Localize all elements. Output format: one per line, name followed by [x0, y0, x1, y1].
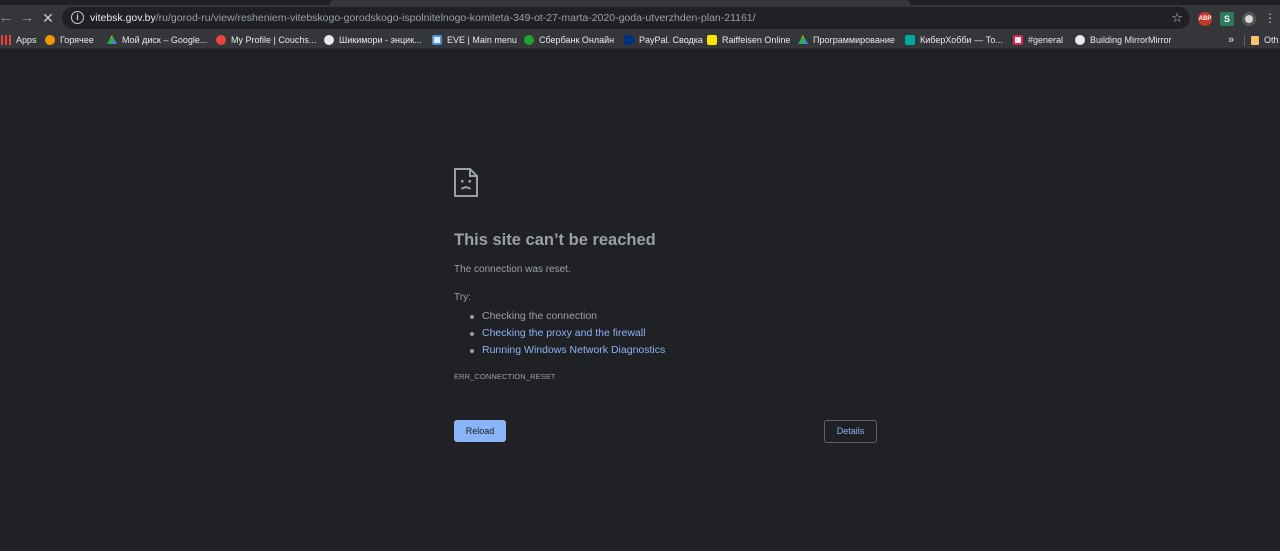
folder-icon — [1251, 35, 1259, 45]
slack-icon — [1013, 35, 1023, 45]
apps-grid-icon — [1, 35, 11, 45]
star-icon[interactable]: ☆ — [1171, 10, 1183, 26]
browser-toolbar: ← → ✕ i vitebsk.gov.by/ru/gorod-ru/view/… — [0, 5, 1280, 31]
bookmark-slack-general[interactable]: #general — [1013, 33, 1063, 47]
bookmark-couchsurfing[interactable]: My Profile | Couchs... — [216, 33, 316, 47]
bookmark-other[interactable]: Oth — [1251, 33, 1279, 47]
suggestion-check-proxy-link[interactable]: Checking the proxy and the firewall — [470, 325, 665, 342]
bookmarks-overflow-button[interactable]: » — [1228, 33, 1234, 47]
info-icon[interactable]: i — [71, 11, 84, 24]
suggestion-list: Checking the connection Checking the pro… — [470, 308, 665, 359]
bookmark-label: Сбербанк Онлайн — [539, 35, 615, 45]
bookmark-label: Шикимори - энцик... — [339, 35, 422, 45]
try-label: Try: — [454, 292, 471, 303]
bookmarks-bar: Apps Горячее Мой диск – Google... My Pro… — [0, 31, 1280, 49]
sberbank-icon — [524, 35, 534, 45]
bookmark-label: Горячее — [60, 35, 94, 45]
bookmark-cyberhobby[interactable]: КиберХобби — То... — [905, 33, 1003, 47]
fire-icon — [45, 35, 55, 45]
bookmark-label: Программирование — [813, 35, 895, 45]
suggestion-network-diagnostics-link[interactable]: Running Windows Network Diagnostics — [470, 342, 665, 359]
bookmarks-divider — [1244, 35, 1245, 46]
suggestion-check-connection: Checking the connection — [470, 308, 665, 325]
url-path: /ru/gorod-ru/view/resheniem-vitebskogo-g… — [155, 12, 756, 24]
bookmark-raiffeisen[interactable]: Raiffeisen Online — [707, 33, 790, 47]
bookmark-hot[interactable]: Горячее — [45, 33, 94, 47]
url-host: vitebsk.gov.by — [90, 12, 156, 24]
sad-page-icon — [454, 168, 478, 197]
bookmark-label: Raiffeisen Online — [722, 35, 791, 45]
google-drive-icon — [798, 35, 808, 44]
raiffeisen-icon — [707, 35, 717, 45]
extension-s-icon[interactable]: S — [1220, 12, 1234, 26]
error-subtitle: The connection was reset. — [454, 264, 571, 275]
reload-button[interactable]: Reload — [454, 420, 506, 442]
bookmark-programming[interactable]: Программирование — [798, 33, 895, 47]
arrow-left-icon[interactable]: ← — [0, 8, 16, 28]
bookmark-label: Мой диск – Google... — [122, 35, 208, 45]
extension-circle-icon[interactable] — [1242, 12, 1256, 26]
close-icon[interactable]: ✕ — [38, 8, 58, 28]
bookmark-google-drive[interactable]: Мой диск – Google... — [107, 33, 207, 47]
bookmark-label: Apps — [16, 35, 37, 45]
bookmark-label: My Profile | Couchs... — [231, 35, 317, 45]
bookmark-label: Oth — [1264, 35, 1279, 45]
bookmark-label: КиберХобби — То... — [920, 35, 1003, 45]
bookmark-paypal[interactable]: PayPal. Сводка — [624, 33, 703, 47]
bookmark-label: PayPal. Сводка — [639, 35, 703, 45]
cyberhobby-icon — [905, 35, 915, 45]
error-code: ERR_CONNECTION_RESET — [454, 372, 556, 381]
arrow-right-icon[interactable]: → — [17, 8, 37, 28]
paypal-icon — [624, 35, 634, 45]
couchsurfing-icon — [216, 35, 226, 45]
error-title: This site can’t be reached — [454, 231, 656, 249]
details-button[interactable]: Details — [824, 420, 877, 443]
menu-icon[interactable]: ⋮ — [1264, 11, 1276, 25]
bookmark-sberbank[interactable]: Сбербанк Онлайн — [524, 33, 614, 47]
bookmark-shikimori[interactable]: Шикимори - энцик... — [324, 33, 422, 47]
bookmark-label: EVE | Main menu — [447, 35, 517, 45]
bookmark-label: #general — [1028, 35, 1064, 45]
eve-icon — [432, 35, 442, 45]
adblock-plus-icon[interactable]: ABP — [1198, 12, 1212, 26]
bookmark-label: Building MirrorMirror — [1090, 35, 1172, 45]
globe-icon — [1075, 35, 1085, 45]
bookmark-building-mirrormirror[interactable]: Building MirrorMirror — [1075, 33, 1172, 47]
shikimori-icon — [324, 35, 334, 45]
url-text[interactable]: vitebsk.gov.by/ru/gorod-ru/view/reshenie… — [90, 11, 756, 25]
address-bar[interactable]: i vitebsk.gov.by/ru/gorod-ru/view/reshen… — [62, 7, 1190, 29]
bookmark-eve[interactable]: EVE | Main menu — [432, 33, 517, 47]
google-drive-icon — [107, 35, 117, 44]
bookmark-apps[interactable]: Apps — [1, 33, 37, 47]
